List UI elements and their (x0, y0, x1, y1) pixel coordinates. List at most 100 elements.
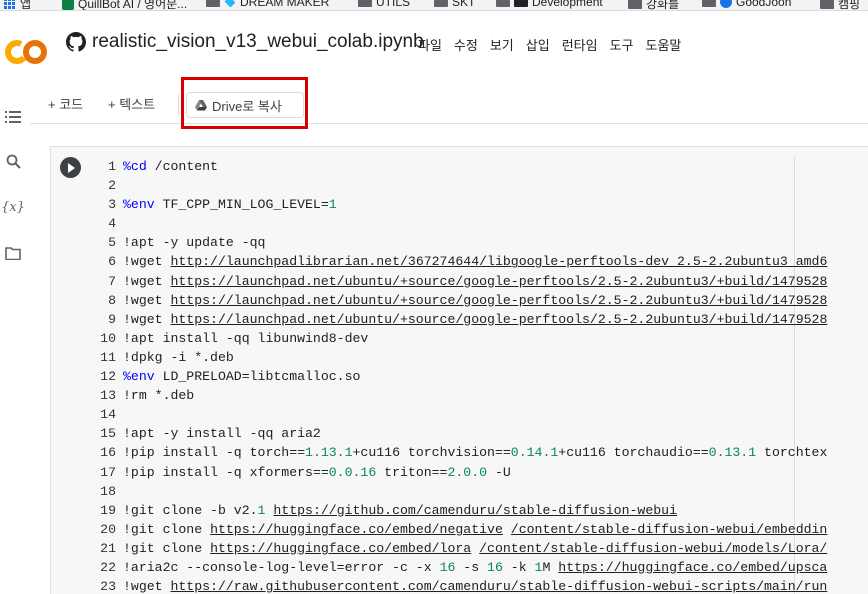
code-editor[interactable]: 1 %cd /content 2 3 %env TF_CPP_MIN_LOG_LEVEL… (92, 157, 868, 594)
add-text-button[interactable]: + 텍스트 (108, 94, 155, 113)
code-token: /libgoogle-perftools-dev_2. (479, 254, 693, 270)
code-token: %env (123, 197, 155, 213)
code-token: ubuntu3/+build/1479528 (653, 273, 828, 289)
user-icon (720, 0, 732, 8)
code-line[interactable]: 9 !wget https://launchpad.net/ubuntu/+sou… (92, 310, 868, 329)
bookmark-goodjoon[interactable]: GoodJoon (702, 0, 791, 9)
code-line[interactable]: 6 !wget http://launchpadlibrarian.net/367… (92, 252, 868, 271)
code-line[interactable]: 18 (92, 482, 868, 501)
bookmark-utils[interactable]: UTILS (358, 0, 410, 9)
apps-grid-icon (4, 0, 16, 10)
menu-help[interactable]: 도움말 (646, 35, 682, 54)
toolbar-divider (178, 94, 179, 116)
folder-icon (820, 0, 834, 9)
menu-insert[interactable]: 삽입 (526, 35, 550, 54)
code-line[interactable]: 3 %env TF_CPP_MIN_LOG_LEVEL=1 (92, 195, 868, 214)
notebook-title[interactable]: realistic_vision_v13_webui_colab.ipynb (92, 31, 424, 53)
code-token: !wget (123, 254, 171, 270)
code-line[interactable]: 21 !git clone https://huggingface.co/embe… (92, 539, 868, 558)
line-number: 7 (108, 273, 116, 289)
code-token: - (621, 273, 630, 289)
code-token: 0.13.1 (708, 445, 757, 461)
variables-icon[interactable]: {𝑥} (1, 198, 25, 216)
code-line[interactable]: 16 !pip install -q torch==1.13.1+cu116 to… (92, 443, 868, 462)
code-token: !wget (123, 292, 171, 308)
menu-tools[interactable]: 도구 (610, 35, 634, 54)
code-token: 2.0.0 (447, 464, 488, 480)
menu-edit[interactable]: 수정 (454, 35, 478, 54)
line-number: 23 (100, 579, 116, 594)
bookmark-dream-maker[interactable]: DREAM MAKER (206, 0, 329, 9)
line-number: 10 (100, 330, 116, 346)
run-cell-button[interactable] (60, 157, 81, 178)
code-token: !git clone (123, 521, 211, 537)
code-line[interactable]: 15 !apt -y install -qq aria2 (92, 424, 868, 443)
code-token: torchtex (756, 445, 828, 461)
bookmark-folder-7[interactable]: 강화를 (628, 0, 679, 10)
add-code-button[interactable]: + 코드 (48, 94, 83, 113)
folder-icon (358, 0, 372, 7)
code-line[interactable]: 12 %env LD_PRELOAD=libtcmalloc.so (92, 367, 868, 386)
colab-window: 앱 QuillBot AI / 영어문... DREAM MAKER UTILS… (0, 0, 868, 594)
left-rail: {𝑥} (0, 78, 28, 594)
line-number: 21 (100, 540, 116, 556)
code-line[interactable]: 11 !dpkg -i *.deb (92, 348, 868, 367)
code-token: https://raw.githubusercontent.com/camend… (170, 579, 828, 594)
bookmark-development[interactable]: Development (496, 0, 603, 9)
toc-icon[interactable] (4, 108, 22, 126)
code-token: !git clone -b v2. (123, 502, 258, 518)
code-line[interactable]: 4 (92, 214, 868, 233)
bookmark-skt[interactable]: SKT (434, 0, 475, 9)
code-line[interactable]: 2 (92, 176, 868, 195)
code-line[interactable]: 19 !git clone -b v2.1 https://github.com/… (92, 501, 868, 520)
line-number: 13 (100, 388, 116, 404)
line-number: 16 (100, 445, 116, 461)
menu-runtime[interactable]: 런타임 (562, 35, 598, 54)
code-line[interactable]: 23 !wget https://raw.githubusercontent.co… (92, 577, 868, 594)
code-token: triton== (376, 464, 448, 480)
code-line[interactable]: 1 %cd /content (92, 157, 868, 176)
code-token: 2.5 (597, 311, 622, 327)
bookmark-camping[interactable]: 캠핑 (820, 0, 860, 10)
folder-icon (434, 0, 448, 7)
code-token: 2.2 (629, 292, 654, 308)
folder-icon[interactable] (4, 244, 22, 262)
code-line[interactable]: 22 !aria2c --console-log-level=error -c -… (92, 558, 868, 577)
code-line[interactable]: 5 !apt -y update -qq (92, 233, 868, 252)
bookmark-apps[interactable]: 앱 (4, 0, 31, 10)
line-number: 5 (108, 235, 116, 251)
line-number: 20 (100, 521, 116, 537)
code-line[interactable]: 7 !wget https://launchpad.net/ubuntu/+sou… (92, 272, 868, 291)
code-line[interactable]: 13 !rm *.deb (92, 386, 868, 405)
line-number: 14 (100, 407, 116, 423)
code-token: !pip install -q xformers== (123, 464, 329, 480)
bookmark-quillbot[interactable]: QuillBot AI / 영어문... (62, 0, 187, 10)
code-line[interactable]: 14 (92, 405, 868, 424)
colab-logo-icon (5, 40, 47, 64)
code-token: -k (502, 559, 535, 575)
gem-icon (224, 0, 236, 8)
code-line[interactable]: 8 !wget https://launchpad.net/ubuntu/+sou… (92, 291, 868, 310)
menu-file[interactable]: 파일 (418, 35, 442, 54)
code-token: 0.0.16 (328, 464, 377, 480)
code-token: /content/stable-diffusion-webui/embeddin (510, 521, 828, 537)
code-token: %cd (123, 159, 147, 174)
search-icon[interactable] (4, 152, 22, 170)
code-token: ubuntu3/+build/1479528 (653, 311, 828, 327)
code-token: - (700, 254, 709, 270)
notebook-toolbar: + 코드 + 텍스트 (30, 84, 868, 124)
code-token: https://github.com/camenduru/stable-diff… (273, 502, 677, 518)
code-line[interactable]: 17 !pip install -q xformers==0.0.16 trito… (92, 463, 868, 482)
code-token: 16 (487, 559, 503, 575)
github-icon[interactable] (66, 32, 86, 52)
menu-view[interactable]: 보기 (490, 35, 514, 54)
line-number: 3 (108, 197, 116, 213)
bookmarks-bar: 앱 QuillBot AI / 영어문... DREAM MAKER UTILS… (0, 0, 868, 11)
code-line[interactable]: 10 !apt install -qq libunwind8-dev (92, 329, 868, 348)
code-token: https://huggingface.co/embed/upsca (558, 559, 828, 575)
code-line[interactable]: 20 !git clone https://huggingface.co/embe… (92, 520, 868, 539)
code-token: M (542, 559, 559, 575)
code-token: ubuntu3/+build/1479528 (653, 292, 828, 308)
